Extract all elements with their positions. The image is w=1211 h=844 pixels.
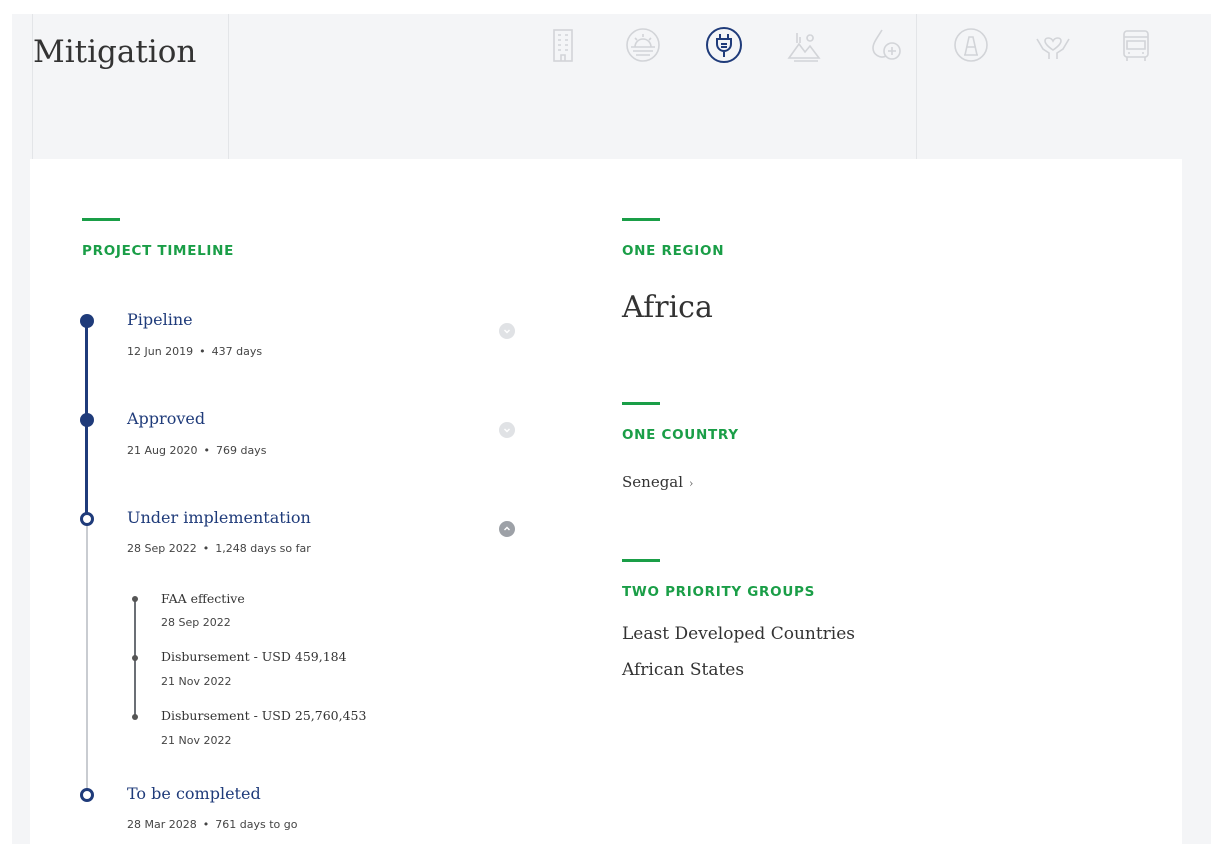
timeline-dot-future — [80, 788, 94, 802]
event-name: Disbursement - USD 25,760,453 — [161, 708, 367, 723]
timeline-dot-current — [80, 512, 94, 526]
timeline-remaining-line — [86, 518, 88, 795]
timeline-label: PROJECT TIMELINE — [82, 243, 235, 259]
left-rail — [0, 0, 12, 844]
event-dot — [132, 655, 138, 661]
building-icon[interactable] — [540, 22, 586, 68]
header-divider — [228, 14, 229, 159]
region-label: ONE REGION — [622, 243, 725, 259]
chevron-right-icon: › — [689, 477, 694, 490]
page-title: Mitigation — [33, 34, 197, 70]
stage-duration: 761 days to go — [215, 818, 298, 831]
chevron-up-icon — [504, 526, 510, 531]
accent-rule — [622, 559, 660, 562]
header-divider — [916, 14, 917, 159]
stage-date: 28 Mar 2028 — [127, 818, 197, 831]
accent-rule — [622, 218, 660, 221]
stage-meta: 12 Jun 2019 • 437 days — [127, 345, 262, 358]
meta-separator: • — [199, 345, 206, 358]
event-date: 28 Sep 2022 — [161, 616, 231, 629]
stage-date: 28 Sep 2022 — [127, 542, 197, 555]
energy-plug-icon[interactable] — [701, 22, 747, 68]
priority-group-item[interactable]: African States — [622, 660, 744, 680]
stage-duration: 1,248 days so far — [215, 542, 311, 555]
stage-meta: 21 Aug 2020 • 769 days — [127, 444, 266, 457]
infrastructure-icon[interactable] — [948, 22, 994, 68]
project-details-card: PROJECT TIMELINE Pipeline 12 Jun 2019 • 43… — [30, 159, 1182, 844]
stage-meta: 28 Mar 2028 • 761 days to go — [127, 818, 297, 831]
stage-duration: 769 days — [215, 444, 267, 457]
stage-name: Pipeline — [127, 310, 193, 329]
collapse-toggle[interactable] — [499, 521, 515, 537]
health-drop-icon[interactable] — [863, 22, 909, 68]
accent-rule — [622, 402, 660, 405]
event-name: Disbursement - USD 459,184 — [161, 649, 347, 664]
region-value: Africa — [622, 290, 713, 325]
timeline-dot-completed — [80, 413, 94, 427]
meta-separator: • — [203, 444, 210, 457]
stage-date: 12 Jun 2019 — [127, 345, 194, 358]
priority-groups-label: TWO PRIORITY GROUPS — [622, 584, 815, 600]
chevron-down-icon — [504, 428, 510, 433]
event-dot — [132, 714, 138, 720]
meta-separator: • — [202, 818, 210, 831]
event-date: 21 Nov 2022 — [161, 734, 232, 747]
stage-duration: 437 days — [211, 345, 263, 358]
priority-group-item[interactable]: Least Developed Countries — [622, 624, 855, 644]
meta-separator: • — [202, 542, 210, 555]
top-strip — [12, 0, 1211, 14]
stage-name: To be completed — [127, 784, 261, 803]
country-name: Senegal — [622, 473, 684, 491]
accent-rule — [82, 218, 120, 221]
transport-bus-icon[interactable] — [1113, 22, 1159, 68]
country-label: ONE COUNTRY — [622, 427, 739, 443]
stage-date: 21 Aug 2020 — [127, 444, 198, 457]
landscape-icon[interactable] — [781, 22, 827, 68]
expand-toggle[interactable] — [499, 422, 515, 438]
stage-meta: 28 Sep 2022 • 1,248 days so far — [127, 542, 311, 555]
sun-horizon-icon[interactable] — [620, 22, 666, 68]
event-date: 21 Nov 2022 — [161, 675, 232, 688]
hands-heart-icon[interactable] — [1030, 22, 1076, 68]
event-dot — [132, 596, 138, 602]
expand-toggle[interactable] — [499, 323, 515, 339]
event-name: FAA effective — [161, 591, 245, 606]
stage-name: Approved — [127, 409, 206, 428]
timeline-dot-completed — [80, 314, 94, 328]
country-link[interactable]: Senegal › — [622, 473, 693, 491]
stage-name: Under implementation — [127, 508, 311, 527]
chevron-down-icon — [504, 329, 510, 334]
